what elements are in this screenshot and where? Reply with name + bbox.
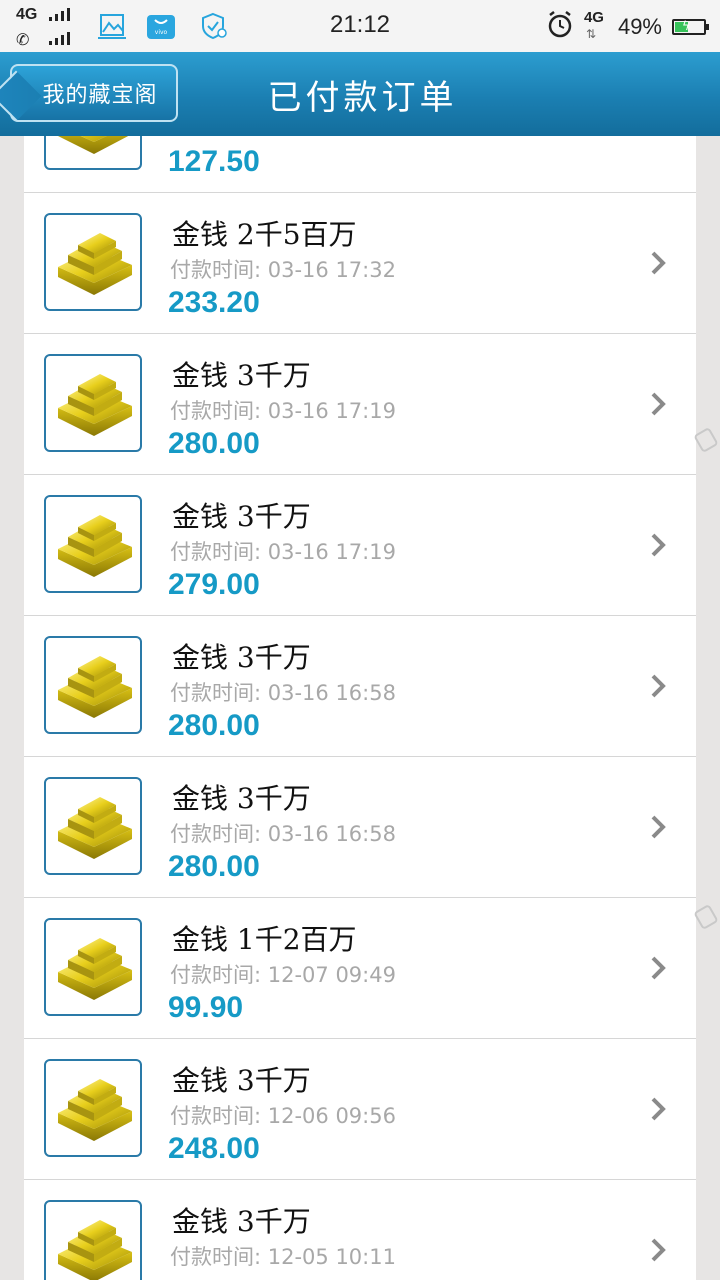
- data-type-label: 4G: [583, 9, 604, 26]
- order-row[interactable]: 金钱 3千万付款时间: 12-06 09:56 248.00: [24, 1039, 696, 1180]
- order-row[interactable]: 127.50: [24, 136, 696, 193]
- chevron-right-icon[interactable]: [650, 956, 666, 980]
- gold-bars-thumbnail: [44, 213, 142, 311]
- chevron-right-icon[interactable]: [650, 1238, 666, 1262]
- order-item-name: 金钱 1千2百万: [172, 923, 357, 956]
- order-item-name: 金钱 3千万: [172, 1205, 311, 1238]
- status-right-group: 4G ⇅ 49% ϟ: [546, 9, 709, 44]
- order-payment-time: 付款时间: 03-16 16:58: [170, 681, 396, 705]
- order-row[interactable]: 金钱 3千万付款时间: 03-16 16:58 280.00: [24, 616, 696, 757]
- battery-icon: ϟ: [672, 19, 709, 35]
- chevron-right-icon[interactable]: [650, 392, 666, 416]
- gold-bars-thumbnail: [44, 354, 142, 452]
- order-row[interactable]: 金钱 2千5百万付款时间: 03-16 17:32 233.20: [24, 193, 696, 334]
- chevron-right-icon[interactable]: [650, 674, 666, 698]
- gold-bars-thumbnail: [44, 918, 142, 1016]
- charging-bolt-icon: ϟ: [682, 19, 690, 33]
- order-item-name: 金钱 3千万: [172, 641, 311, 674]
- app-header: 我的藏宝阁 已付款订单: [0, 52, 720, 136]
- gold-bars-thumbnail: [44, 777, 142, 875]
- data-arrows-icon: ⇅: [585, 27, 597, 41]
- order-row[interactable]: 金钱 1千2百万付款时间: 12-07 09:49 99.90: [24, 898, 696, 1039]
- edge-handle-icon: [694, 428, 718, 452]
- order-price: 127.50: [168, 145, 260, 178]
- gold-bars-thumbnail: [44, 1059, 142, 1157]
- page-title: 已付款订单: [267, 78, 458, 118]
- alarm-icon: [546, 11, 574, 43]
- order-payment-time: 付款时间: 03-16 17:32: [170, 258, 396, 282]
- order-price: 233.20: [168, 286, 260, 319]
- order-row[interactable]: 金钱 3千万付款时间: 03-16 16:58 280.00: [24, 757, 696, 898]
- battery-percent: 49%: [617, 14, 662, 39]
- order-payment-time: 付款时间: 03-16 16:58: [170, 822, 396, 846]
- chevron-right-icon[interactable]: [650, 1097, 666, 1121]
- status-bar: 4G ✆ vivo 21:12 4G ⇅ 49% ϟ: [0, 0, 720, 52]
- data-indicator: 4G ⇅: [583, 9, 608, 44]
- gold-bars-thumbnail: [44, 636, 142, 734]
- order-item-name: 金钱 3千万: [172, 359, 311, 392]
- order-row[interactable]: 金钱 3千万付款时间: 03-16 17:19 279.00: [24, 475, 696, 616]
- edge-handle-icon: [694, 905, 718, 929]
- order-price: 279.00: [168, 568, 260, 601]
- order-row[interactable]: 金钱 3千万付款时间: 12-05 10:11: [24, 1180, 696, 1280]
- gold-bars-thumbnail: [44, 136, 142, 170]
- order-price: 280.00: [168, 427, 260, 460]
- order-payment-time: 付款时间: 12-07 09:49: [170, 963, 396, 987]
- order-list[interactable]: 127.50 金钱 2千5百万 付款时间: 03-16 17:32 233.20 金钱 …: [24, 136, 696, 1280]
- order-row[interactable]: 金钱 3千万付款时间: 03-16 17:19 280.00: [24, 334, 696, 475]
- order-item-name: 金钱 3千万: [172, 782, 311, 815]
- order-price: 248.00: [168, 1132, 260, 1165]
- gold-bars-thumbnail: [44, 495, 142, 593]
- chevron-right-icon[interactable]: [650, 533, 666, 557]
- order-price: 280.00: [168, 709, 260, 742]
- chevron-right-icon[interactable]: [650, 251, 666, 275]
- order-payment-time: 付款时间: 03-16 17:19: [170, 399, 396, 423]
- order-price: 280.00: [168, 850, 260, 883]
- order-item-name: 金钱 3千万: [172, 500, 311, 533]
- chevron-right-icon[interactable]: [650, 815, 666, 839]
- order-payment-time: 付款时间: 12-05 10:11: [170, 1245, 396, 1269]
- order-payment-time: 付款时间: 12-06 09:56: [170, 1104, 396, 1128]
- gold-bars-thumbnail: [44, 1200, 142, 1280]
- order-payment-time: 付款时间: 03-16 17:19: [170, 540, 396, 564]
- order-price: 99.90: [168, 991, 244, 1024]
- order-item-name: 金钱 3千万: [172, 1064, 311, 1097]
- order-item-name: 金钱 2千5百万: [172, 218, 357, 251]
